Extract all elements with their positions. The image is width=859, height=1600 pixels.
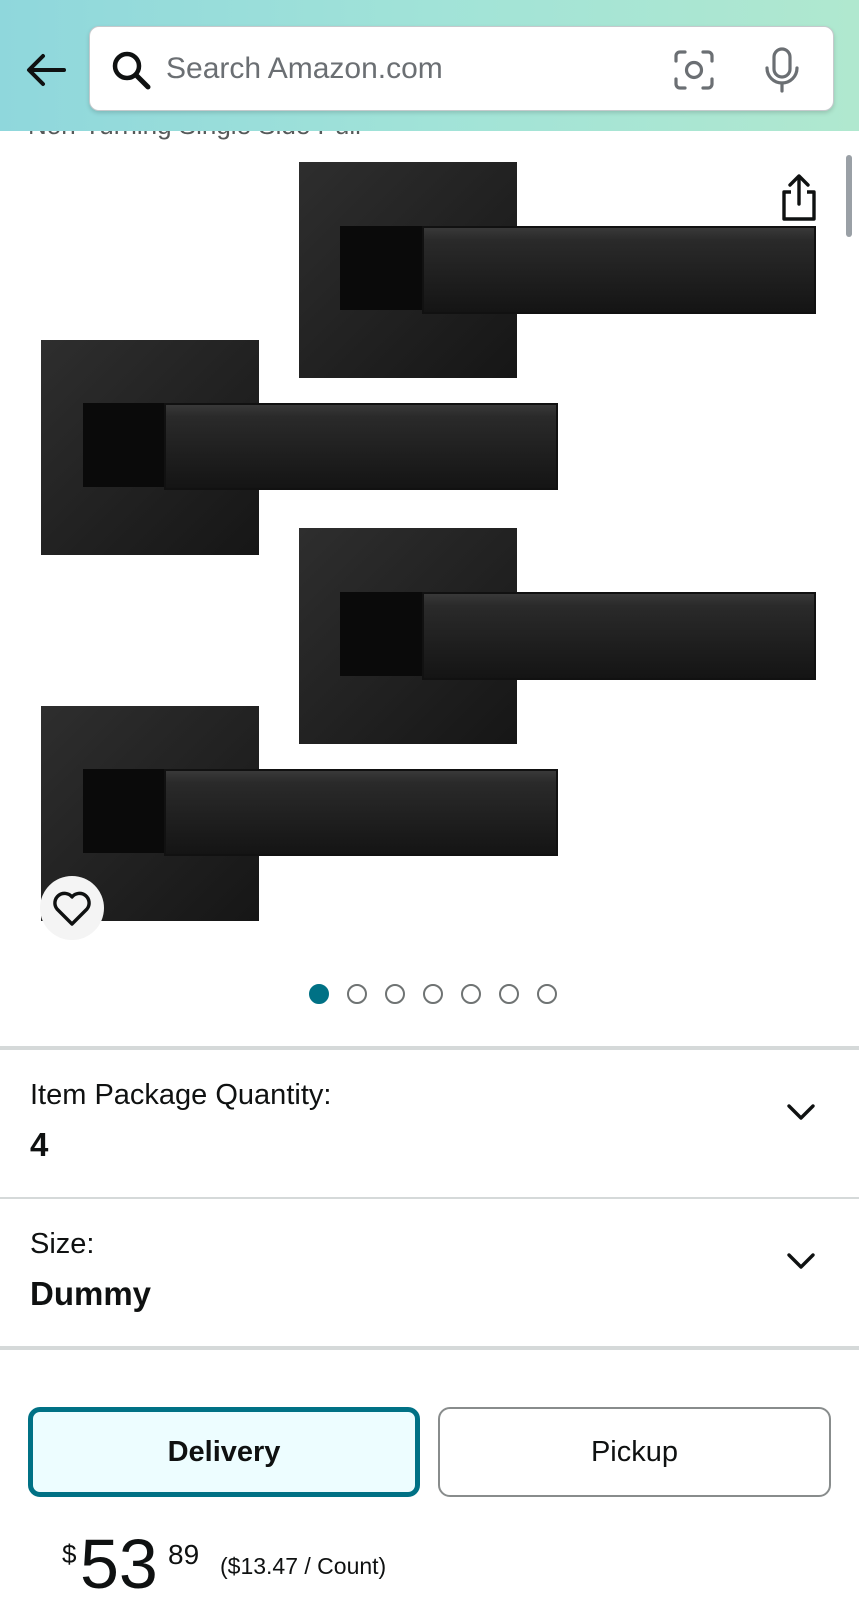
pickup-toggle-button[interactable]: Pickup bbox=[438, 1407, 831, 1497]
share-icon[interactable] bbox=[772, 171, 826, 225]
price: $ 53 89 ($13.47 / Count) bbox=[62, 1525, 762, 1600]
image-dot-3[interactable] bbox=[384, 984, 405, 1004]
heart-icon bbox=[53, 891, 91, 926]
option-value: 4 bbox=[30, 1126, 49, 1163]
image-dot-5[interactable] bbox=[460, 984, 481, 1004]
price-whole: 53 bbox=[80, 1525, 158, 1600]
wishlist-button[interactable] bbox=[40, 876, 104, 940]
price-per-unit: ($13.47 / Count) bbox=[220, 1553, 387, 1579]
price-fraction: 89 bbox=[168, 1539, 200, 1570]
image-dot-4[interactable] bbox=[422, 984, 443, 1004]
option-label: Size: bbox=[30, 1228, 95, 1260]
image-dot-6[interactable] bbox=[498, 984, 519, 1004]
back-arrow-icon bbox=[27, 54, 66, 86]
item-package-quantity-selector[interactable]: Item Package Quantity: 4 bbox=[0, 1050, 859, 1194]
product-image[interactable] bbox=[0, 131, 859, 951]
chevron-down-icon bbox=[787, 1253, 815, 1269]
delivery-toggle-button[interactable]: Delivery bbox=[28, 1407, 420, 1497]
header-bar bbox=[0, 0, 859, 131]
image-dot-1[interactable] bbox=[308, 984, 329, 1004]
image-pagination-dots bbox=[0, 984, 859, 1008]
image-dot-7[interactable] bbox=[536, 984, 557, 1004]
search-input[interactable] bbox=[166, 43, 646, 95]
size-selector[interactable]: Size: Dummy bbox=[0, 1199, 859, 1343]
option-label: Item Package Quantity: bbox=[30, 1079, 332, 1111]
camera-icon[interactable] bbox=[672, 48, 716, 92]
search-bar[interactable] bbox=[89, 26, 834, 111]
price-currency-symbol: $ bbox=[62, 1539, 77, 1569]
option-value: Dummy bbox=[30, 1275, 152, 1312]
back-button[interactable] bbox=[18, 44, 74, 96]
section-divider bbox=[0, 1346, 859, 1350]
image-dot-2[interactable] bbox=[346, 984, 367, 1004]
search-icon bbox=[112, 51, 151, 90]
product-image-gallery[interactable] bbox=[0, 131, 859, 1051]
microphone-icon[interactable] bbox=[760, 46, 804, 94]
scrollbar-thumb[interactable] bbox=[846, 155, 852, 237]
chevron-down-icon bbox=[787, 1104, 815, 1120]
